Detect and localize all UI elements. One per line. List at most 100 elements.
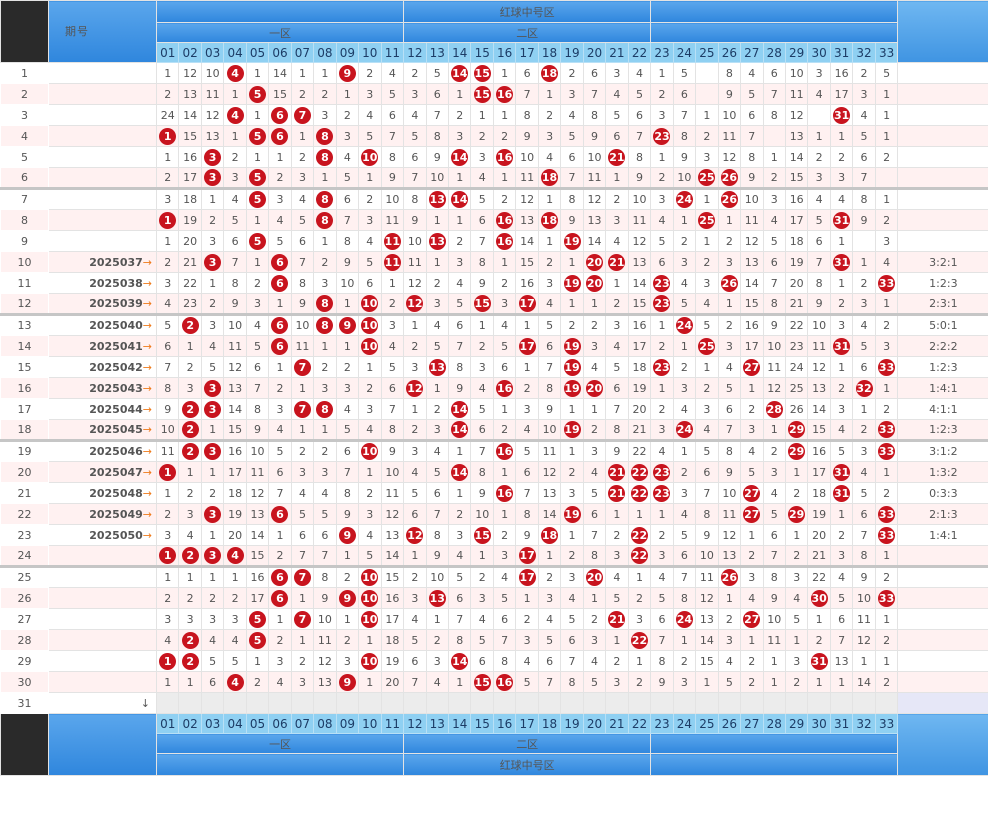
cell-23: 8 (650, 650, 674, 672)
arrow-right-icon[interactable]: → (143, 466, 152, 479)
arrow-right-icon[interactable]: → (143, 487, 152, 500)
arrow-right-icon[interactable]: → (143, 423, 152, 436)
cell-11: 3 (380, 313, 405, 336)
drawn-ball: 13 (428, 358, 446, 376)
cell-12: 12 (403, 377, 427, 399)
drawn-ball: 12 (406, 379, 424, 397)
cell-33: 1 (874, 545, 899, 567)
cell-23: 4 (650, 565, 674, 588)
row-index: 27 (0, 608, 49, 630)
cell-15: 9 (470, 272, 494, 294)
cell-05: 9 (245, 419, 270, 441)
drawn-ball: 18 (541, 211, 559, 229)
arrow-right-icon[interactable]: → (143, 340, 152, 353)
cell-15 (470, 692, 494, 714)
cell-28 (762, 125, 786, 147)
footer-column-number-24: 24 (672, 713, 697, 734)
cell-32: 10 (852, 587, 876, 609)
arrow-right-icon[interactable]: → (143, 529, 152, 542)
cell-18: 1 (537, 187, 562, 210)
arrow-right-icon[interactable]: → (143, 256, 152, 269)
arrow-down-icon[interactable]: ↓ (141, 697, 150, 710)
cell-09: 9 (335, 313, 360, 336)
cell-21: 4 (605, 83, 629, 105)
arrow-right-icon[interactable]: → (143, 361, 152, 374)
cell-33: 1 (874, 461, 899, 483)
cell-12: 3 (403, 356, 427, 378)
cell-11: 16 (380, 587, 405, 609)
cell-10: 10 (358, 565, 382, 588)
cell-17: 1 (515, 313, 539, 336)
cell-19: 4 (560, 587, 584, 609)
cell-03: 2 (200, 209, 225, 231)
arrow-right-icon[interactable]: → (143, 508, 152, 521)
period-number (48, 167, 157, 189)
ratio-value (897, 167, 988, 189)
cell-33: 1 (874, 293, 899, 315)
table-row: 5 1 16 3 2 1 1 2 8 4 10 8 6 9 14 3 16 10 4 6 10 21 8 1 9 3 12 8 1 14 2… (0, 146, 988, 168)
table-row: 3 24 14 12 4 1 6 7 3 2 4 6 4 7 2 1 1 8 2 4 8 5 6 3 7 1 10 6 8 12 31 4 1 (0, 104, 988, 126)
drawn-ball: 24 (675, 317, 693, 334)
cell-23 (650, 692, 674, 714)
cell-25: 25 (695, 335, 719, 357)
cell-15: 1 (470, 545, 494, 567)
cell-33: 1 (874, 187, 899, 210)
arrow-right-icon[interactable]: → (143, 445, 152, 458)
drawn-ball: 29 (788, 443, 806, 460)
arrow-right-icon[interactable]: → (143, 319, 152, 332)
cell-04: 17 (223, 461, 247, 483)
cell-29: 21 (784, 293, 809, 315)
cell-33: 33 (874, 356, 899, 378)
period-footer (48, 713, 157, 776)
column-number-20: 20 (582, 42, 607, 63)
cell-28: 5 (762, 230, 786, 252)
period-number (48, 629, 157, 651)
cell-20: 1 (582, 293, 607, 315)
cell-30: 14 (807, 398, 831, 420)
arrow-right-icon[interactable]: → (143, 297, 152, 310)
footer-zone3-label (650, 733, 899, 754)
cell-30: 7 (807, 251, 831, 273)
drawn-ball: 18 (541, 64, 559, 82)
cell-13: 13 (425, 230, 450, 252)
cell-04: 20 (223, 524, 247, 546)
cell-15: 3 (470, 356, 494, 378)
period-number: 2025050→ (48, 524, 157, 546)
cell-26: 3 (717, 629, 742, 651)
cell-29: 10 (784, 62, 809, 84)
cell-23: 1 (650, 146, 674, 168)
cell-07: 10 (290, 313, 315, 336)
cell-01: 8 (155, 377, 180, 399)
cell-26: 26 (717, 167, 742, 189)
column-number-31: 31 (829, 42, 854, 63)
cell-18: 18 (537, 209, 562, 231)
footer-column-number-33: 33 (874, 713, 899, 734)
drawn-ball: 17 (518, 547, 536, 564)
cell-28: 3 (762, 461, 786, 483)
cell-16: 6 (492, 356, 517, 378)
cell-33: 1 (874, 104, 899, 126)
period-number: 2025037→ (48, 251, 157, 273)
arrow-right-icon[interactable]: → (143, 277, 152, 290)
cell-12: 2 (403, 62, 427, 84)
cell-14: 14 (448, 650, 472, 672)
row-index: 1 (0, 62, 49, 84)
cell-05: 1 (245, 62, 270, 84)
column-number-14: 14 (448, 42, 472, 63)
cell-08: 7 (313, 545, 337, 567)
drawn-ball: 6 (271, 505, 289, 523)
cell-22: 22 (627, 629, 652, 651)
cell-06: 6 (268, 313, 292, 336)
cell-33 (874, 167, 899, 189)
drawn-ball: 8 (316, 148, 334, 166)
cell-25: 4 (695, 419, 719, 441)
cell-24: 4 (672, 272, 697, 294)
cell-31: 2 (829, 146, 854, 168)
footer-column-number-32: 32 (852, 713, 876, 734)
cell-27: 2 (740, 398, 764, 420)
drawn-ball: 5 (249, 631, 267, 649)
arrow-right-icon[interactable]: → (143, 382, 152, 395)
cell-21: 5 (605, 587, 629, 609)
cell-33: 3 (874, 335, 899, 357)
arrow-right-icon[interactable]: → (143, 403, 152, 416)
